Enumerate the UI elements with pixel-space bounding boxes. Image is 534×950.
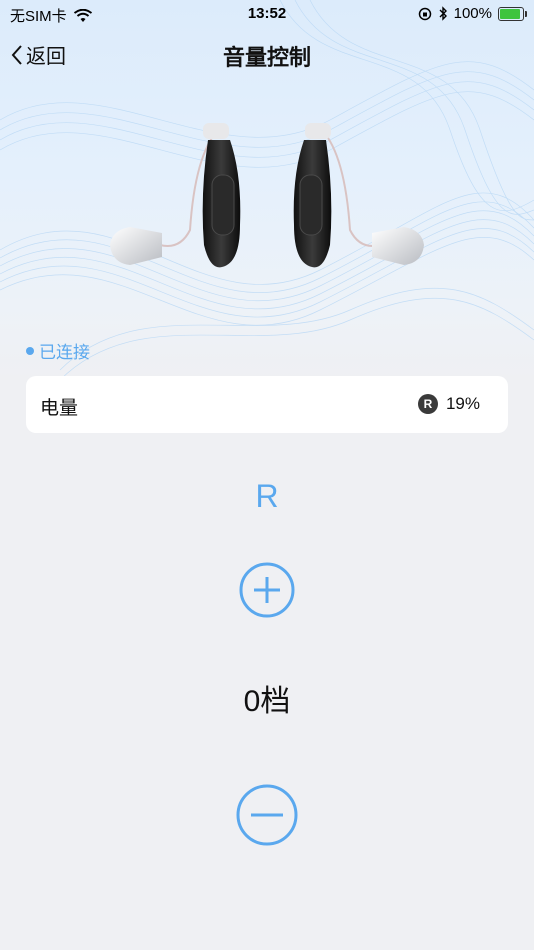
connection-status-label: 已连接 <box>39 343 90 362</box>
plus-circle-icon <box>239 562 295 618</box>
bluetooth-icon <box>439 6 447 21</box>
battery-card: 电量 R 19% <box>26 376 508 433</box>
page-title: 音量控制 <box>222 45 311 70</box>
battery-value: 19% <box>445 394 480 413</box>
volume-level: 0档 <box>243 685 291 718</box>
status-dot-icon <box>26 346 34 355</box>
battery-percent: 100% <box>453 5 492 22</box>
battery-charging-icon <box>498 6 527 21</box>
right-ear-badge-icon: R <box>417 394 438 414</box>
ear-side-label: R <box>255 478 279 514</box>
connection-status: 已连接 <box>26 338 90 363</box>
volume-up-button[interactable] <box>238 561 296 619</box>
hearing-aids-image <box>110 123 424 268</box>
nav-bar: 返回 音量控制 <box>0 30 534 78</box>
status-bar: 无SIM卡 13:52 100% <box>0 0 534 28</box>
battery-label: 电量 <box>40 398 79 419</box>
volume-down-button[interactable] <box>235 783 299 847</box>
minus-circle-icon <box>236 784 298 846</box>
orientation-lock-icon <box>418 7 431 20</box>
